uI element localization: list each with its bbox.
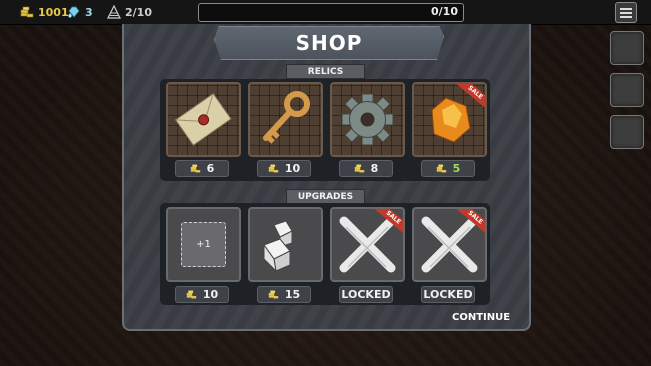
top-bar: 1001 3 2/10 0/10 (0, 0, 651, 25)
continue-button[interactable]: CONTINUE (452, 312, 510, 323)
relic-price-gear: 8 (339, 160, 393, 177)
relic-price-key: 10 (257, 160, 311, 177)
upgrade-card-locked[interactable]: SALE (412, 207, 487, 282)
upgrade-locked-status: LOCKED (421, 286, 475, 303)
floor-counter: 2/10 (107, 3, 152, 21)
menu-button[interactable] (615, 2, 637, 23)
relic-card-gear[interactable] (330, 82, 405, 157)
hamburger-menu-icon (620, 7, 632, 10)
coin-stack-icon (354, 164, 364, 173)
coin-stack-icon (20, 6, 34, 18)
relic-price-envelope: 6 (175, 160, 229, 177)
gem-value: 3 (85, 5, 93, 19)
upgrades-label: UPGRADES (286, 189, 365, 204)
floor-value: 2/10 (125, 5, 152, 19)
gear-icon (341, 93, 394, 146)
side-slot[interactable] (610, 31, 644, 65)
gold-value: 1001 (38, 5, 69, 19)
coin-stack-icon (268, 164, 279, 173)
upgrade-card-plus-one[interactable]: +1 (166, 207, 241, 282)
upgrade-price-plus-one: 10 (175, 286, 229, 303)
coin-stack-icon (190, 164, 200, 173)
upgrade-card-dice[interactable] (248, 207, 323, 282)
relic-price-amber: 5 (421, 160, 475, 177)
relic-card-amber[interactable]: SALE (412, 82, 487, 157)
relic-card-key[interactable] (248, 82, 323, 157)
coin-stack-icon (436, 164, 446, 173)
gold-counter: 1001 (20, 3, 69, 21)
relic-card-envelope[interactable] (166, 82, 241, 157)
upgrade-card-locked[interactable]: SALE (330, 207, 405, 282)
coin-stack-icon (186, 290, 197, 299)
gem-icon (68, 6, 80, 18)
shop-title: SHOP (214, 26, 444, 60)
side-slot[interactable] (610, 73, 644, 107)
side-slot[interactable] (610, 115, 644, 149)
upgrade-locked-status: LOCKED (339, 286, 393, 303)
dice-icon (263, 220, 293, 273)
key-icon (263, 91, 310, 144)
relics-label: RELICS (286, 64, 365, 79)
pyramid-icon (107, 5, 121, 19)
upgrade-price-dice: 15 (257, 286, 311, 303)
progress-text: 0/10 (431, 5, 458, 18)
coin-stack-icon (268, 290, 279, 299)
gem-counter: 3 (67, 3, 93, 21)
level-progress-bar: 0/10 (198, 3, 464, 22)
sealed-envelope-icon (174, 92, 232, 146)
plus-slot-icon: +1 (181, 222, 226, 267)
